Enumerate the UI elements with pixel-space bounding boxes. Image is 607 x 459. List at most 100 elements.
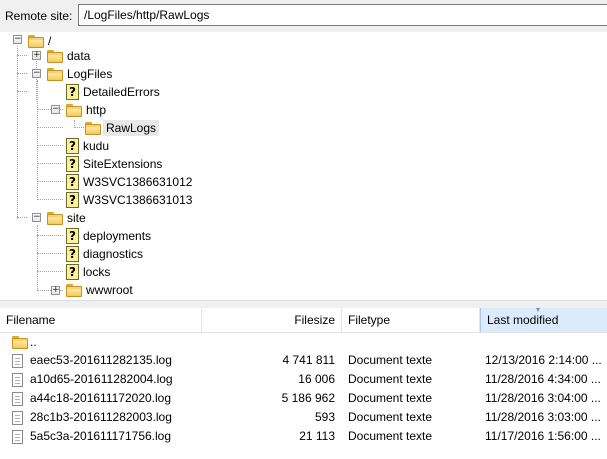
tree-node-logfiles[interactable]: LogFiles (47, 65, 112, 83)
file-name: 28c1b3-201611282003.log (30, 410, 172, 424)
file-type: Document texte (348, 372, 433, 386)
table-row[interactable]: eaec53-201611282135.log 4 741 811 Docume… (0, 351, 607, 370)
remote-path-input[interactable] (78, 4, 607, 26)
table-row[interactable]: a44c18-201611172020.log 5 186 962 Docume… (0, 389, 607, 408)
text-file-icon (12, 392, 23, 406)
tree-node-label: LogFiles (67, 67, 113, 81)
file-size: 5 186 962 (281, 391, 335, 405)
folder-icon (47, 211, 63, 225)
tree-node-label: kudu (83, 139, 110, 153)
file-name: eaec53-201611282135.log (30, 353, 172, 367)
tree-node-deployments[interactable]: ? deployments (66, 227, 151, 245)
table-row[interactable]: a10d65-201611282004.log 16 006 Document … (0, 370, 607, 389)
column-header-label: Last modified (487, 313, 559, 327)
tree-node-site[interactable]: site (47, 209, 86, 227)
tree-line (17, 55, 27, 56)
unknown-folder-icon: ? (66, 228, 79, 244)
file-name: 5a5c3a-201611171756.log (30, 429, 172, 443)
tree-node-http[interactable]: http (66, 101, 106, 119)
file-modified: 11/28/2016 4:34:00 ... (485, 372, 601, 386)
folder-open-icon (85, 121, 101, 135)
file-modified: 11/28/2016 3:03:00 ... (485, 410, 601, 424)
unknown-folder-icon: ? (66, 138, 79, 154)
tree-node-label: deployments (83, 229, 152, 243)
tree-node-w3svc1386631013[interactable]: ? W3SVC1386631013 (66, 191, 192, 209)
pane-splitter[interactable] (0, 300, 607, 308)
file-modified: 11/28/2016 3:04:00 ... (485, 391, 601, 405)
tree-line (37, 127, 63, 128)
unknown-folder-icon: ? (66, 264, 79, 280)
parent-directory-label: .. (30, 335, 37, 349)
tree-node-kudu[interactable]: ? kudu (66, 137, 109, 155)
file-type: Document texte (348, 391, 433, 405)
tree-node-w3svc1386631012[interactable]: ? W3SVC1386631012 (66, 173, 192, 191)
unknown-folder-icon: ? (66, 246, 79, 262)
tree-line (37, 181, 63, 182)
tree-node-label: RawLogs (103, 120, 160, 136)
list-item-parent[interactable]: .. (0, 333, 607, 352)
file-list-header: Filename Filesize Filetype ▾ Last modifi… (0, 305, 607, 333)
tree-node-diagnostics[interactable]: ? diagnostics (66, 245, 143, 263)
tree-node-label: diagnostics (83, 247, 144, 261)
folder-icon (47, 67, 63, 81)
file-modified: 11/17/2016 1:56:00 ... (485, 429, 601, 443)
tree-node-label: SiteExtensions (83, 157, 163, 171)
tree-line (17, 217, 27, 218)
tree-node-label: wwwroot (86, 283, 133, 297)
remote-site-label: Remote site: (5, 9, 73, 23)
collapse-toggle-root[interactable]: − (13, 35, 22, 44)
column-header-last-modified[interactable]: ▾ Last modified (480, 305, 607, 332)
unknown-folder-icon: ? (66, 84, 79, 100)
tree-node-label: locks (83, 265, 111, 279)
tree-node-label: data (67, 49, 91, 63)
tree-line (37, 145, 63, 146)
column-header-filesize[interactable]: Filesize (202, 308, 342, 332)
text-file-icon (12, 411, 23, 425)
tree-line (37, 199, 63, 200)
tree-line (17, 46, 18, 219)
tree-line (37, 271, 63, 272)
file-modified: 12/13/2016 2:14:00 ... (485, 353, 602, 367)
tree-node-label: W3SVC1386631013 (83, 193, 193, 207)
tree-node-data[interactable]: data (47, 47, 90, 65)
tree-line (37, 80, 38, 200)
folder-icon (66, 103, 82, 117)
sort-descending-icon: ▾ (536, 305, 541, 314)
collapse-toggle-site[interactable]: − (32, 213, 41, 222)
file-size: 21 113 (299, 429, 335, 443)
folder-icon (28, 34, 44, 48)
column-header-filename[interactable]: Filename (0, 308, 202, 332)
file-type: Document texte (348, 429, 433, 443)
folder-icon (12, 336, 28, 349)
collapse-toggle-logfiles[interactable]: − (32, 69, 41, 78)
tree-node-label: / (48, 34, 52, 48)
file-name: a10d65-201611282004.log (30, 372, 173, 386)
tree-line (37, 253, 63, 254)
table-row[interactable]: 5a5c3a-201611171756.log 21 113 Document … (0, 427, 607, 446)
file-size: 16 006 (298, 372, 335, 386)
unknown-folder-icon: ? (66, 156, 79, 172)
remote-directory-tree: − + − − − + / data LogFiles ? DetailedEr… (0, 32, 607, 300)
tree-node-wwwroot[interactable]: wwwroot (66, 281, 133, 299)
tree-node-label: DetailedErrors (83, 85, 160, 99)
expand-toggle-data[interactable]: + (32, 51, 41, 60)
remote-file-list: Filename Filesize Filetype ▾ Last modifi… (0, 305, 607, 459)
expand-toggle-wwwroot[interactable]: + (51, 286, 60, 295)
tree-node-label: site (67, 211, 86, 225)
file-type: Document texte (348, 353, 433, 367)
collapse-toggle-http[interactable]: − (51, 105, 60, 114)
text-file-icon (12, 373, 23, 387)
tree-line (17, 73, 27, 74)
folder-icon (66, 283, 82, 297)
tree-node-rawlogs[interactable]: RawLogs (85, 119, 160, 137)
text-file-icon (12, 354, 23, 368)
tree-node-siteextensions[interactable]: ? SiteExtensions (66, 155, 162, 173)
table-row[interactable]: 28c1b3-201611282003.log 593 Document tex… (0, 408, 607, 427)
unknown-folder-icon: ? (66, 174, 79, 190)
column-header-filetype[interactable]: Filetype (342, 308, 480, 332)
tree-node-detailederrors[interactable]: ? DetailedErrors (66, 83, 160, 101)
unknown-folder-icon: ? (66, 192, 79, 208)
tree-node-locks[interactable]: ? locks (66, 263, 110, 281)
tree-line (17, 91, 27, 92)
file-type: Document texte (348, 410, 433, 424)
